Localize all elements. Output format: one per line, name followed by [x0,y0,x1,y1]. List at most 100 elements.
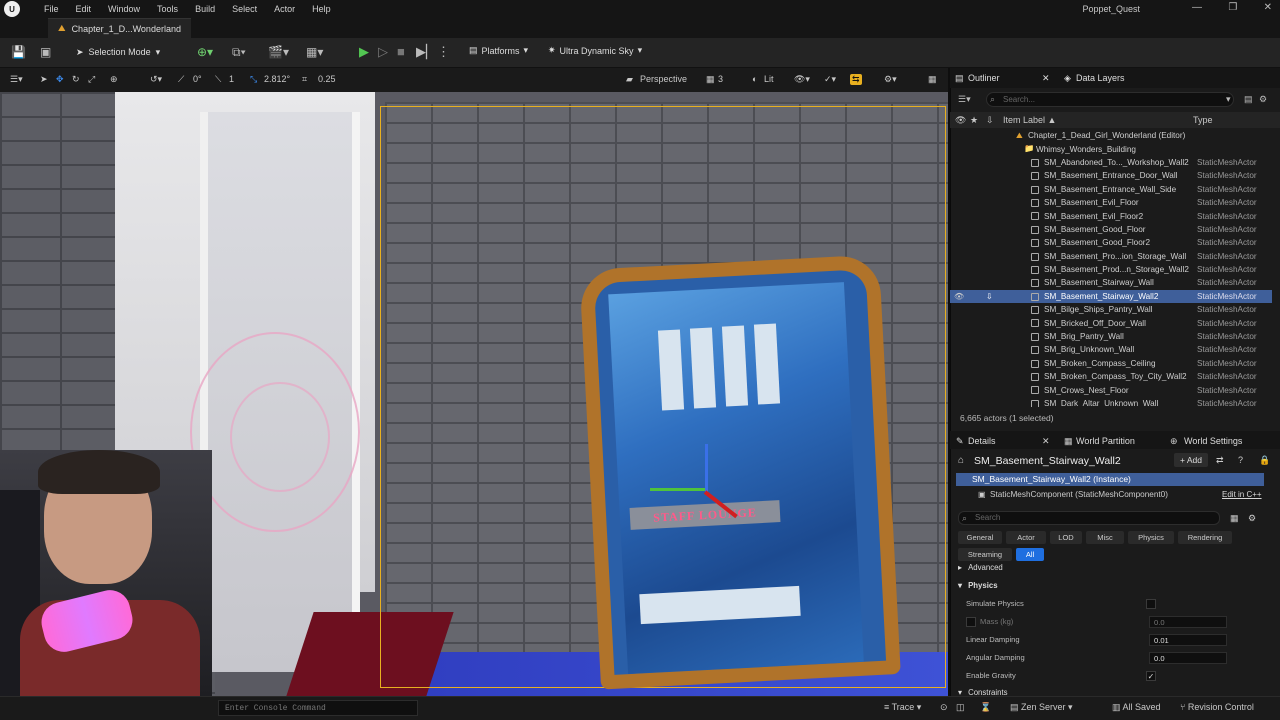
help-icon[interactable]: ? [1238,455,1243,465]
filter-rendering[interactable]: Rendering [1178,531,1232,544]
outliner-row[interactable]: SM_Brig_Unknown_Wall StaticMeshActor [950,343,1272,356]
linear-damping-field[interactable]: 0.01 [1149,634,1227,646]
scale-snap-value[interactable]: 2.812° [264,74,290,84]
selection-mode-dropdown[interactable]: ➤ Selection Mode ▾ [76,44,160,60]
content-browser-icon[interactable]: ▣ [40,45,51,59]
outliner-row[interactable]: SM_Broken_Compass_Ceiling StaticMeshActor [950,357,1272,370]
outliner-row[interactable]: SM_Basement_Evil_Floor StaticMeshActor [950,196,1272,209]
all-saved-button[interactable]: ▥ All Saved [1112,702,1161,713]
tree-root[interactable]: ⛰ Chapter_1_Dead_Girl_Wonderland (Editor… [950,129,1272,142]
launch-icon[interactable]: ▶▏ [416,44,436,60]
outliner-row[interactable]: SM_Basement_Evil_Floor2 StaticMeshActor [950,209,1272,222]
move-tool-icon[interactable]: ✥ [56,74,64,85]
filter-general[interactable]: General [958,531,1002,544]
gizmo-z-axis[interactable] [705,444,708,492]
platforms-dropdown[interactable]: ▤ Platforms ▾ [469,45,528,56]
outliner-row[interactable]: SM_Basement_Good_Floor StaticMeshActor [950,223,1272,236]
simulate-physics-checkbox[interactable] [1146,599,1156,609]
close-icon[interactable]: ✕ [1042,436,1050,447]
tab-outliner[interactable]: Outliner [968,73,1000,83]
tree-folder[interactable]: 📁 Whimsy_Wonders_Building [950,142,1272,155]
advanced-section[interactable]: ▸ Advanced [958,563,1268,576]
outliner-row[interactable]: SM_Basement_Stairway_Wall StaticMeshActor [950,276,1272,289]
outliner-row[interactable]: SM_Brig_Pantry_Wall StaticMeshActor [950,330,1272,343]
menu-edit[interactable]: Edit [76,4,92,14]
zen-server-button[interactable]: ▤ Zen Server ▾ [1010,702,1073,713]
menu-help[interactable]: Help [312,4,331,14]
menu-actor[interactable]: Actor [274,4,295,14]
unreal-logo-icon[interactable]: U [4,1,20,17]
game-view-icon[interactable]: ⇆ [850,74,862,85]
stop-icon[interactable]: ■ [397,44,405,59]
blueprint-icon[interactable]: ⧉▾ [232,45,246,60]
physics-section[interactable]: ▾ Physics [958,581,1268,594]
add-actor-icon[interactable]: ⊕▾ [197,45,213,59]
camera-speed-icon[interactable]: ⌗ [302,74,307,85]
hourglass-icon[interactable]: ⌛ [980,702,991,713]
world-space-icon[interactable]: ⊕ [110,74,118,85]
level-tab[interactable]: ⛰ Chapter_1_D...Wonderland [48,18,191,38]
viewport-menu-icon[interactable]: ☰▾ [10,74,23,85]
rotation-snap-icon[interactable]: ⟋ [178,74,184,85]
tab-data-layers[interactable]: Data Layers [1076,73,1125,83]
close-icon[interactable]: ✕ [1042,73,1050,84]
scale-tool-icon[interactable]: ⤢ [88,74,95,85]
mass-field[interactable]: 0.0 [1149,616,1227,628]
console-input[interactable]: Enter Console Command [218,700,418,716]
menu-file[interactable]: File [44,4,59,14]
outliner-search-input[interactable]: Search... [986,92,1234,107]
grid-snap-icon[interactable]: ⟍ [215,74,221,85]
play-options-icon[interactable]: ⋮ [437,44,450,60]
visibility-icon[interactable]: 👁 [954,292,964,301]
angular-damping-field[interactable]: 0.0 [1149,652,1227,664]
scale-snap-icon[interactable]: ⤡ [250,74,257,85]
edit-in-cpp-link[interactable]: Edit in C++ [1222,490,1262,499]
outliner-row[interactable]: SM_Basement_Prod...n_Storage_Wall2 Static… [950,263,1272,276]
filter-icon[interactable]: ☰▾ [958,94,971,105]
tab-world-settings[interactable]: World Settings [1184,436,1242,446]
move-snap-value[interactable]: 0.25 [318,74,336,84]
outliner-row[interactable]: SM_Dark_Altar_Unknown_Wall StaticMeshActo… [950,397,1272,407]
advance-frame-icon[interactable]: ▷ [378,44,388,60]
chevron-down-icon[interactable]: ▾ [1226,94,1231,105]
filter-misc[interactable]: Misc [1086,531,1124,544]
filter-lod[interactable]: LOD [1050,531,1082,544]
column-item-label[interactable]: Item Label ▲ [1003,115,1056,125]
column-type[interactable]: Type [1193,115,1213,125]
realtime-icon[interactable]: ✓▾ [824,74,836,85]
add-folder-icon[interactable]: ▤ [1244,94,1253,105]
menu-window[interactable]: Window [108,4,140,14]
outliner-row[interactable]: SM_Bricked_Off_Door_Wall StaticMeshActor [950,316,1272,329]
mass-override-checkbox[interactable] [966,617,976,627]
outliner-row[interactable]: SM_Crows_Nest_Floor StaticMeshActor [950,383,1272,396]
outliner-row[interactable]: SM_Basement_Entrance_Wall_Side StaticMesh… [950,183,1272,196]
rotate-tool-icon[interactable]: ↻ [72,74,80,85]
outliner-row[interactable]: SM_Broken_Compass_Toy_City_Wall2 StaticMe… [950,370,1272,383]
save-icon[interactable]: 💾 [11,45,26,59]
close-button[interactable]: ✕ [1264,2,1272,16]
outliner-row[interactable]: 👁 ⇩ SM_Basement_Stairway_Wall2 StaticMeshAc… [950,289,1272,304]
outliner-row[interactable]: SM_Abandoned_To..._Workshop_Wall2 StaticM… [950,156,1272,169]
filter-physics[interactable]: Physics [1128,531,1174,544]
gear-icon[interactable]: ⚙ [1248,513,1256,524]
lock-icon[interactable]: 🔒 [1259,455,1270,466]
gear-icon[interactable]: ⚙ [1259,94,1267,105]
cinematics-icon[interactable]: 🎬▾ [268,45,289,59]
screenshot-icon[interactable]: ◫ [956,702,965,713]
enable-gravity-checkbox[interactable]: ✓ [1146,671,1156,681]
show-icon[interactable]: 👁▾ [794,74,810,85]
menu-select[interactable]: Select [232,4,257,14]
grid-snap-value[interactable]: 1 [229,74,234,84]
maximize-button[interactable]: ❐ [1228,2,1237,16]
settings-icon[interactable]: ⚙▾ [884,74,897,85]
outliner-row[interactable]: SM_Basement_Good_Floor2 StaticMeshActor [950,236,1272,249]
outliner-row[interactable]: SM_Basement_Entrance_Door_Wall StaticMesh… [950,169,1272,182]
tab-details[interactable]: Details [968,436,996,446]
pin-icon[interactable]: ⇩ [986,292,993,301]
camera-speed-value[interactable]: 3 [718,74,723,84]
instance-row[interactable]: SM_Basement_Stairway_Wall2 (Instance) [956,473,1264,486]
build-icon[interactable]: ▦▾ [306,45,323,59]
add-component-button[interactable]: + Add [1174,453,1208,467]
filter-streaming[interactable]: Streaming [958,548,1012,561]
ultra-dynamic-sky-dropdown[interactable]: ✷ Ultra Dynamic Sky ▾ [548,45,642,56]
